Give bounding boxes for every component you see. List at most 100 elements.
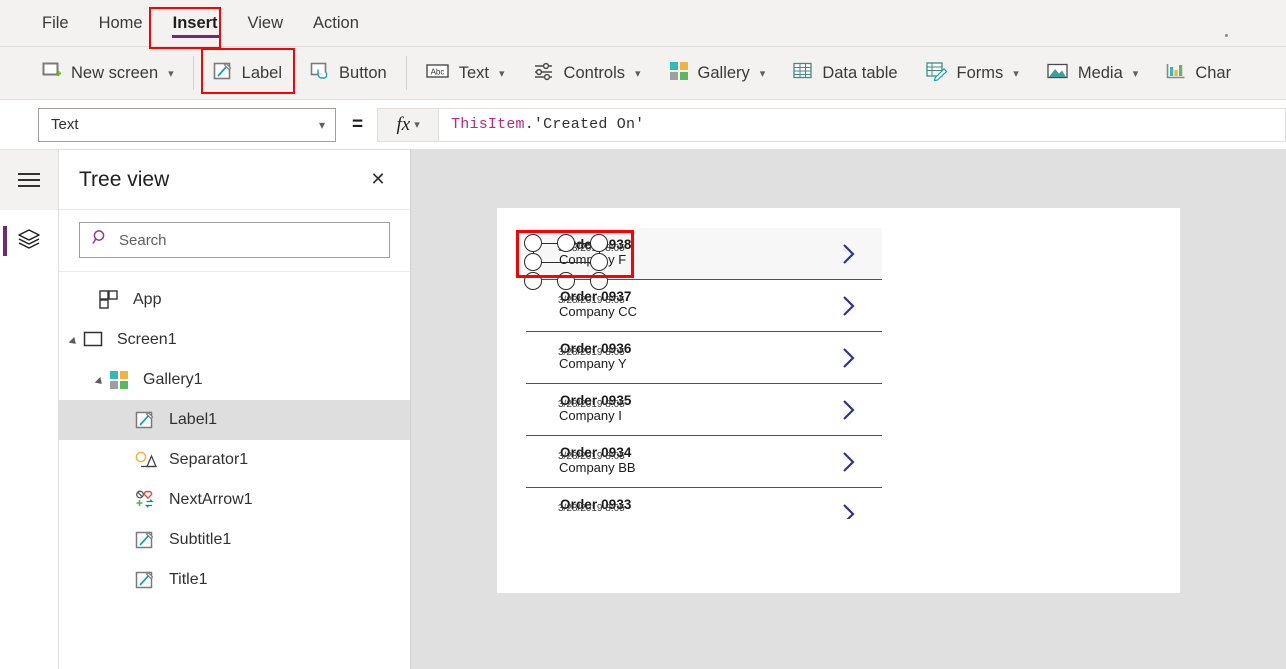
gallery-row[interactable]: Order 0934 3/28/2019 8:05 Company BB — [526, 436, 882, 488]
gallery-row[interactable]: Order 0935 3/28/2019 8:05 Company I — [526, 384, 882, 436]
menu-item-home[interactable]: Home — [85, 8, 157, 39]
chevron-down-icon: ▾ — [414, 119, 420, 131]
ribbon-media-button[interactable]: Media ▾ — [1033, 53, 1152, 93]
main-menu-bar: File Home Insert View Action — [0, 0, 1286, 47]
gallery-row[interactable]: Order 0933 3/28/2019 8:05 — [526, 488, 882, 519]
property-selector[interactable]: Text ▾ — [38, 107, 336, 142]
separator-icon — [135, 449, 161, 471]
tree-item-title1[interactable]: Title1 — [59, 560, 410, 600]
ribbon-gallery-button[interactable]: Gallery ▾ — [655, 53, 780, 93]
search-input[interactable]: Search — [79, 222, 390, 258]
tree-item-label: Title1 — [169, 571, 208, 588]
menu-item-view[interactable]: View — [234, 8, 297, 39]
tree-view-title: Tree view — [79, 167, 170, 191]
hamburger-menu-button[interactable] — [0, 150, 58, 210]
screen-icon — [83, 329, 109, 351]
button-icon — [310, 61, 330, 86]
app-icon — [99, 289, 125, 311]
app-screen-screen1[interactable]: Order 0938 3/28/2019 8:05 Company F Orde… — [497, 208, 1180, 593]
tree-item-label: NextArrow1 — [169, 491, 253, 508]
text-abc-icon: Abc — [426, 63, 450, 84]
ribbon-controls-button[interactable]: Controls ▾ — [519, 53, 655, 93]
gallery-row[interactable]: Order 0937 3/28/2019 8:05 Company CC — [526, 280, 882, 332]
resize-handle-n[interactable] — [557, 234, 575, 252]
ribbon-label-button[interactable]: Label — [199, 53, 296, 93]
ribbon-controls-label: Controls — [563, 63, 625, 82]
chevron-right-icon[interactable] — [841, 242, 857, 266]
gallery1-control[interactable]: Order 0938 3/28/2019 8:05 Company F Orde… — [526, 228, 882, 519]
search-icon — [92, 229, 109, 251]
ribbon-forms-button[interactable]: Forms ▾ — [912, 53, 1033, 93]
ribbon-forms-label: Forms — [956, 63, 1004, 82]
media-icon — [1047, 62, 1069, 85]
insert-ribbon: New screen ▾ Label Button Abc Text ▾ Con… — [0, 47, 1286, 100]
equals-sign: = — [352, 113, 364, 135]
resize-handle-se[interactable] — [590, 272, 608, 290]
menu-item-insert[interactable]: Insert — [159, 8, 232, 39]
tree-item-nextarrow1[interactable]: NextArrow1 — [59, 480, 410, 520]
tree-view-header: Tree view ✕ — [59, 150, 410, 210]
tree-item-screen1[interactable]: Screen1 — [59, 320, 410, 360]
gallery-row-subtitle: Company I — [559, 408, 622, 423]
resize-handle-e[interactable] — [590, 253, 608, 271]
expand-caret-icon[interactable] — [69, 333, 83, 347]
ribbon-text-label: Text — [458, 63, 490, 82]
canvas-area: Order 0938 3/28/2019 8:05 Company F Orde… — [411, 150, 1286, 669]
formula-bar: Text ▾ = fx ▾ ThisItem .'Created On' — [0, 100, 1286, 150]
chevron-down-icon: ▾ — [1013, 67, 1019, 80]
ribbon-data-table-label: Data table — [822, 63, 898, 82]
tree-item-label: Separator1 — [169, 451, 249, 468]
chevron-right-icon[interactable] — [841, 502, 857, 519]
expand-caret-icon[interactable] — [95, 373, 109, 387]
chevron-down-icon: ▾ — [168, 67, 174, 80]
tree-search-container: Search — [59, 210, 410, 272]
fx-button[interactable]: fx ▾ — [377, 107, 440, 142]
property-selector-value: Text — [51, 116, 79, 133]
gallery-row-subtitle: Company BB — [559, 460, 636, 475]
menu-item-file[interactable]: File — [28, 8, 83, 39]
chevron-right-icon[interactable] — [841, 346, 857, 370]
label-icon — [135, 529, 161, 551]
tree-item-subtitle1[interactable]: Subtitle1 — [59, 520, 410, 560]
rail-button-tree-view[interactable] — [0, 210, 58, 272]
resize-handle-w[interactable] — [524, 253, 542, 271]
fx-icon: fx — [396, 113, 411, 135]
formula-input[interactable]: ThisItem .'Created On' — [439, 107, 1286, 142]
tree-view-layers-icon — [16, 227, 42, 256]
close-icon[interactable]: ✕ — [364, 166, 392, 194]
chevron-right-icon[interactable] — [841, 398, 857, 422]
tree-item-label: Screen1 — [117, 331, 177, 348]
resize-handle-s[interactable] — [557, 272, 575, 290]
gallery-row-subtitle: Company CC — [559, 304, 638, 319]
chevron-down-icon: ▾ — [759, 67, 766, 80]
resize-handle-sw[interactable] — [524, 272, 542, 290]
ribbon-label-label: Label — [241, 63, 283, 82]
tree-item-separator1[interactable]: Separator1 — [59, 440, 410, 480]
ribbon-charts-label: Char — [1195, 63, 1232, 82]
menu-item-action[interactable]: Action — [299, 8, 373, 39]
tree-item-label: Subtitle1 — [169, 531, 232, 548]
gallery-row[interactable]: Order 0938 3/28/2019 8:05 Company F — [526, 228, 882, 280]
resize-handle-nw[interactable] — [524, 234, 542, 252]
ribbon-button-button[interactable]: Button — [296, 53, 401, 93]
gallery-icon — [109, 369, 135, 391]
tree-view-list: App Screen1 Gallery1 Label1 Separator1 N… — [59, 272, 410, 669]
tree-item-label: App — [133, 291, 162, 308]
ribbon-new-screen-button[interactable]: New screen ▾ — [28, 53, 188, 93]
ribbon-data-table-button[interactable]: Data table — [779, 53, 911, 93]
chevron-right-icon[interactable] — [841, 294, 857, 318]
resize-handle-ne[interactable] — [590, 234, 608, 252]
ribbon-divider — [405, 56, 407, 90]
tree-item-app[interactable]: App — [59, 280, 410, 320]
tree-item-label1[interactable]: Label1 — [59, 400, 410, 440]
tree-item-gallery1[interactable]: Gallery1 — [59, 360, 410, 400]
chevron-right-icon[interactable] — [841, 450, 857, 474]
left-icon-rail — [0, 150, 59, 669]
chevron-down-icon: ▾ — [318, 117, 325, 132]
gallery-row[interactable]: Order 0936 3/28/2019 8:05 Company Y — [526, 332, 882, 384]
search-placeholder: Search — [119, 231, 167, 249]
hamburger-icon — [18, 169, 40, 192]
ribbon-text-button[interactable]: Abc Text ▾ — [412, 53, 519, 93]
formula-token-identifier: ThisItem — [451, 116, 525, 133]
ribbon-charts-button[interactable]: Char — [1152, 53, 1245, 93]
